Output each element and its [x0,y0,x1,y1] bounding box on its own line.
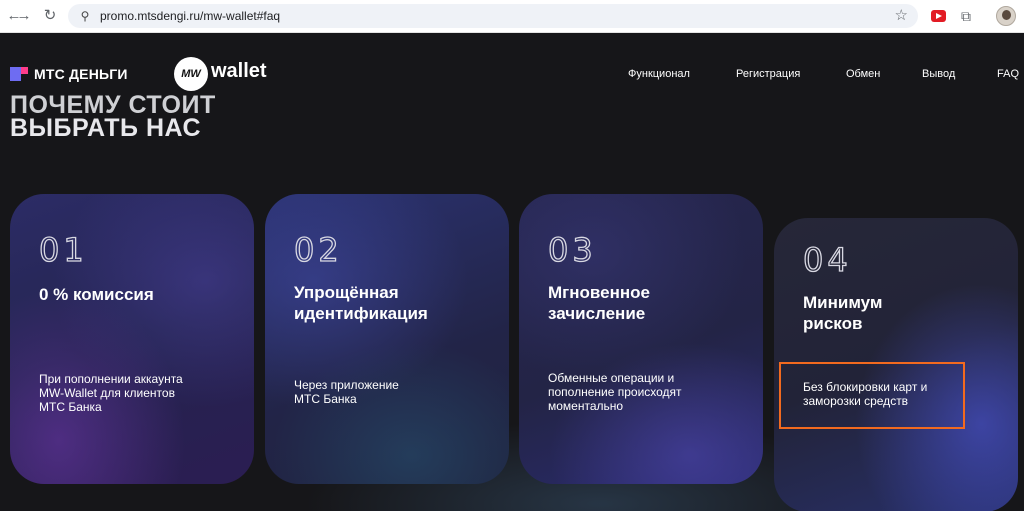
nav-registration[interactable]: Регистрация [736,67,800,81]
youtube-extension-icon[interactable] [931,10,946,22]
feature-card-3: 03 Мгновенное зачисление Обменные операц… [519,194,763,484]
profile-avatar[interactable] [996,6,1016,26]
bookmark-star-icon[interactable]: ☆ [895,6,908,26]
nav-faq[interactable]: FAQ [997,67,1019,81]
highlight-box [779,362,965,429]
nav-functional[interactable]: Функционал [628,67,690,81]
mw-logo-badge[interactable]: MW [174,57,208,91]
feature-card-1: 01 0 % комиссия При пополнении аккаунта … [10,194,254,484]
feature-card-2: 02 Упрощённая идентификация Через прилож… [265,194,509,484]
card-description: Обменные операции и пополнение происходя… [548,371,682,413]
card-title: 0 % комиссия [39,285,154,304]
promo-page: МТС ДЕНЬГИ MW wallet Функционал Регистра… [0,34,1024,511]
card-title: Мгновенное зачисление [548,283,650,323]
card-title: Минимум рисков [803,293,883,333]
card-number: 02 [293,231,343,269]
browser-toolbar: ← → ↻ ⚲ promo.mtsdengi.ru/mw-wallet#faq … [0,0,1024,33]
card-title: Упрощённая идентификация [294,283,428,323]
forward-icon[interactable]: → [14,6,34,26]
heading-line-2: ВЫБРАТЬ НАС [10,114,202,142]
card-number: 01 [38,231,88,269]
mts-logo-icon[interactable] [10,67,28,81]
nav-withdraw[interactable]: Вывод [922,67,955,81]
mw-logo-word[interactable]: wallet [211,58,267,84]
card-description: Через приложение МТС Банка [294,378,399,406]
nav-exchange[interactable]: Обмен [846,67,880,81]
card-number: 03 [547,231,597,269]
mts-brand-name[interactable]: МТС ДЕНЬГИ [34,65,128,83]
section-heading: ПОЧЕМУ СТОИТ ВЫБРАТЬ НАС [10,93,216,142]
card-description: При пополнении аккаунта MW-Wallet для кл… [39,372,183,414]
reload-icon[interactable]: ↻ [40,6,60,26]
site-settings-icon[interactable]: ⚲ [76,6,94,26]
extensions-puzzle-icon[interactable]: ⧉ [958,7,974,25]
url-text[interactable]: promo.mtsdengi.ru/mw-wallet#faq [100,8,280,24]
card-number: 04 [802,241,852,279]
address-bar[interactable]: ⚲ promo.mtsdengi.ru/mw-wallet#faq ☆ [68,4,918,28]
